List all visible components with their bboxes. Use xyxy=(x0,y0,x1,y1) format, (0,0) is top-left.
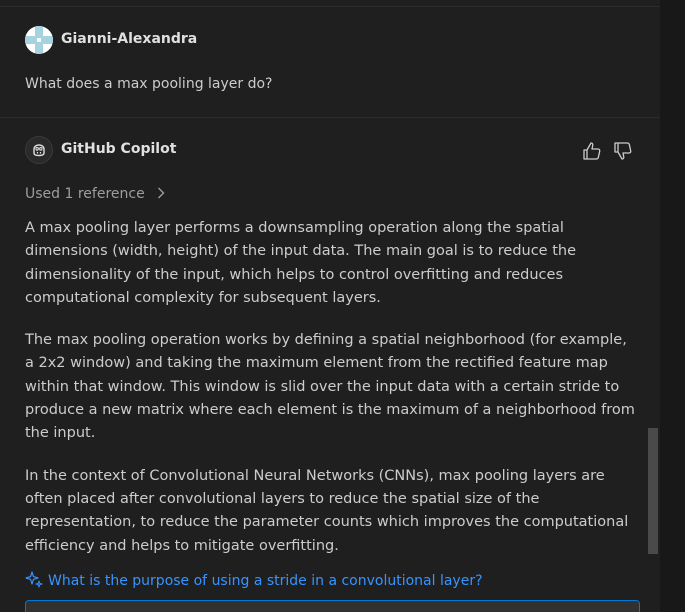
user-avatar xyxy=(25,26,53,54)
copilot-icon xyxy=(33,144,45,157)
copilot-avatar xyxy=(25,136,53,164)
message-divider xyxy=(0,117,660,118)
answer-paragraph: The max pooling operation works by defin… xyxy=(25,332,635,442)
scrollbar-thumb[interactable] xyxy=(648,428,658,554)
thumbs-down-icon[interactable] xyxy=(612,140,634,162)
top-divider xyxy=(0,6,660,7)
user-name: Gianni-Alexandra xyxy=(61,31,198,47)
chat-panel: Gianni-Alexandra What does a max pooling… xyxy=(0,0,660,612)
chat-input[interactable] xyxy=(25,600,640,612)
editor-gutter xyxy=(660,0,685,612)
answer-paragraph: In the context of Convolutional Neural N… xyxy=(25,467,629,554)
thumbs-up-icon[interactable] xyxy=(581,140,603,162)
followup-text: What is the purpose of using a stride in… xyxy=(48,573,483,589)
chevron-right-icon xyxy=(157,186,165,202)
sparkle-icon xyxy=(25,571,43,588)
followup-suggestion[interactable]: What is the purpose of using a stride in… xyxy=(25,570,483,589)
assistant-answer: A max pooling layer performs a downsampl… xyxy=(25,217,640,577)
reference-label: Used 1 reference xyxy=(25,186,145,202)
user-message: What does a max pooling layer do? xyxy=(25,76,273,92)
answer-paragraph: A max pooling layer performs a downsampl… xyxy=(25,220,577,306)
assistant-name: GitHub Copilot xyxy=(61,141,177,157)
used-reference-toggle[interactable]: Used 1 reference xyxy=(25,186,165,202)
